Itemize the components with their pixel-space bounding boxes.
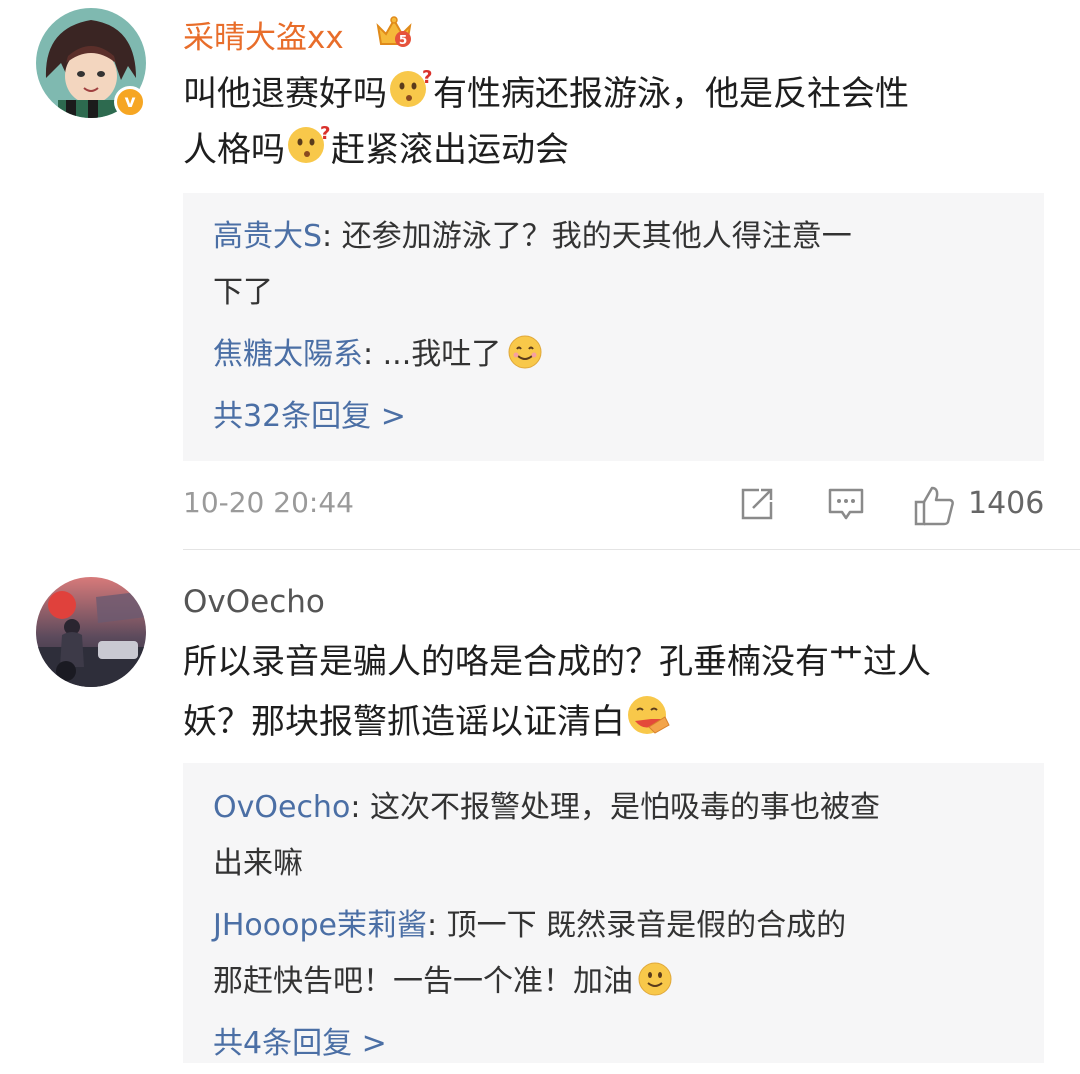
like-thumb-icon[interactable] [912,484,956,532]
comment-username[interactable]: OvOecho [183,584,325,620]
reply-username[interactable]: 焦糖太陽系 [213,337,363,372]
svg-text:?: ? [422,67,432,88]
reply-username[interactable]: JHooope茉莉酱 [213,908,427,943]
reply-line: JHooope茉莉酱: 顶一下 既然录音是假的合成的 [213,908,847,943]
reply-line: 下了 [213,275,273,310]
comment-username[interactable]: 采晴大盗xx [183,12,344,57]
view-more-replies-link[interactable]: 共4条回复 > [213,1014,387,1074]
reply-line: 高贵大S: 还参加游泳了？我的天其他人得注意一 [213,219,852,254]
reply-line: OvOecho: 这次不报警处理，是怕吸毒的事也被查 [213,790,880,825]
reply-preview-box[interactable]: 高贵大S: 还参加游泳了？我的天其他人得注意一 下了 焦糖太陽系: ...我吐了… [183,193,1044,461]
share-icon[interactable] [737,484,777,528]
comment-text-line: 妖？那块报警抓造谣以证清白 [183,691,673,747]
confused-face-emoji-icon: ? [387,65,433,128]
reply-username[interactable]: 高贵大S [213,219,322,254]
avatar[interactable] [36,577,146,687]
reply-preview-box[interactable]: OvOecho: 这次不报警处理，是怕吸毒的事也被查 出来嘛 JHooope茉莉… [183,763,1044,1063]
svg-text:?: ? [320,123,330,144]
comment-text-line: 叫他退赛好吗? 有性病还报游泳，他是反社会性 [183,65,909,121]
confused-face-emoji-icon: ? [285,121,331,184]
divider [183,549,1080,550]
eating-face-emoji-icon [625,691,673,756]
smile-emoji-icon [507,331,543,391]
view-more-replies-link[interactable]: 共32条回复 > [213,387,406,447]
vip-level: 5 [399,33,407,47]
smile-emoji-icon [637,958,673,1018]
comment-timestamp: 10-20 20:44 [183,486,354,519]
like-count: 1406 [968,486,1045,521]
comment-icon[interactable] [826,484,866,528]
verified-badge-icon: v [114,86,146,118]
reply-username[interactable]: OvOecho [213,790,350,825]
vip-crown-icon: 5 [374,12,414,52]
reply-line: 焦糖太陽系: ...我吐了 [213,325,543,385]
reply-line: 那赶快告吧！一告一个准！加油 [213,952,673,1012]
comment-text-line: 所以录音是骗人的咯是合成的？孔垂楠没有艹过人 [183,642,931,682]
reply-line: 出来嘛 [213,846,303,881]
comment-text-line: 人格吗? 赶紧滚出运动会 [183,121,569,177]
